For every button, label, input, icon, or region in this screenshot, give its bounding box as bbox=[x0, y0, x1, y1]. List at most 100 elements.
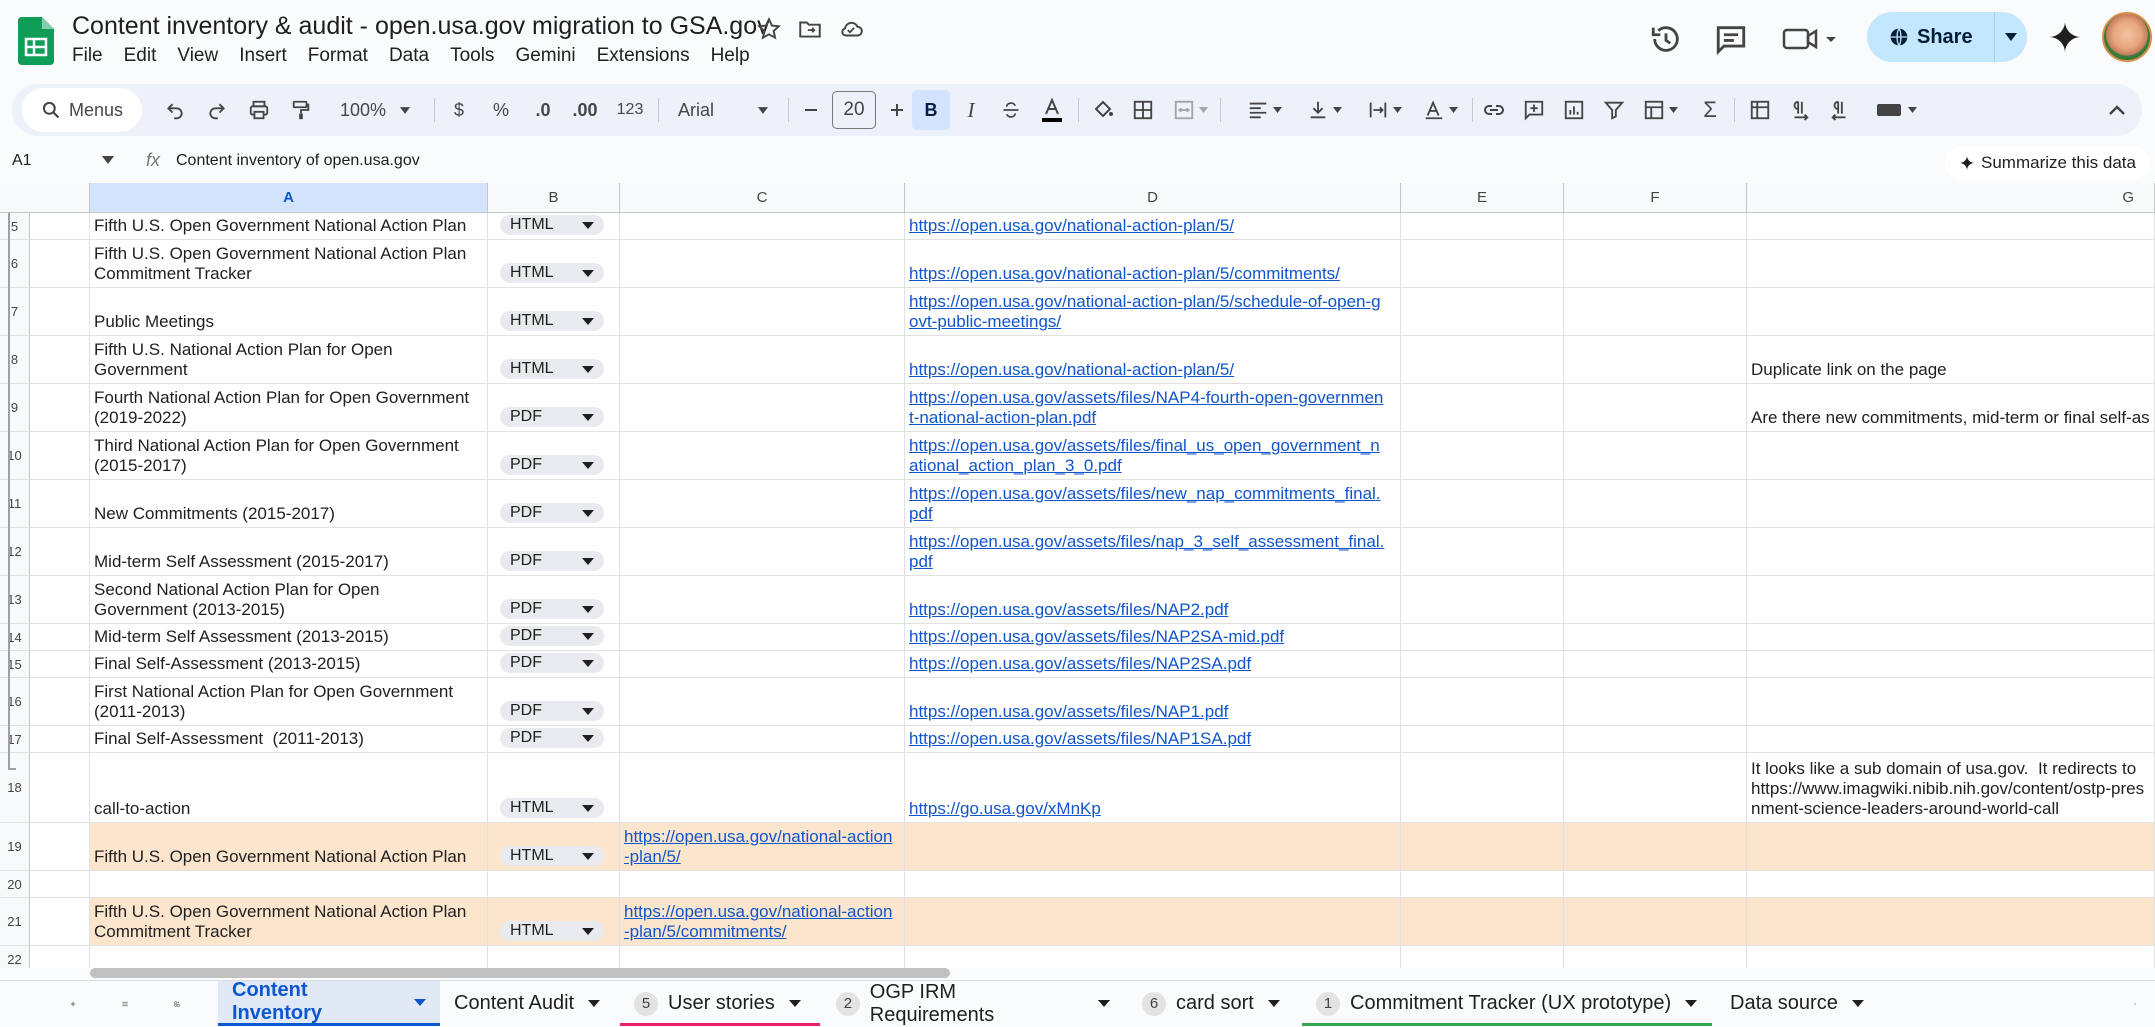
cell-a[interactable]: Second National Action Plan for Open Gov… bbox=[90, 576, 488, 624]
cell-g[interactable]: Are there new commitments, mid-term or f… bbox=[1747, 384, 2155, 432]
document-title[interactable]: Content inventory & audit - open.usa.gov… bbox=[72, 12, 770, 41]
insert-comment-icon[interactable] bbox=[1518, 84, 1550, 136]
cell-d[interactable]: https://open.usa.gov/assets/files/NAP2SA… bbox=[905, 651, 1401, 678]
cell-d[interactable]: https://open.usa.gov/national-action-pla… bbox=[905, 336, 1401, 384]
cell-f[interactable] bbox=[1564, 432, 1747, 480]
menu-insert[interactable]: Insert bbox=[229, 45, 297, 67]
cell-f[interactable] bbox=[1564, 624, 1747, 651]
type-dropdown-chip[interactable]: PDF bbox=[500, 503, 604, 523]
name-box[interactable]: A1 bbox=[12, 152, 32, 170]
column-header-d[interactable]: D bbox=[905, 183, 1401, 213]
column-header-f[interactable]: F bbox=[1564, 183, 1747, 213]
cell-e[interactable] bbox=[1401, 384, 1564, 432]
cell-b[interactable]: PDF bbox=[488, 480, 620, 528]
cell-c[interactable] bbox=[620, 678, 905, 726]
cell-e[interactable] bbox=[1401, 336, 1564, 384]
cell-a[interactable]: call-to-action bbox=[90, 753, 488, 823]
cell-e[interactable] bbox=[1401, 288, 1564, 336]
menu-view[interactable]: View bbox=[167, 45, 228, 67]
cell-e[interactable] bbox=[1401, 651, 1564, 678]
insert-link-icon[interactable] bbox=[1478, 84, 1510, 136]
cell-d[interactable]: https://open.usa.gov/assets/files/NAP2SA… bbox=[905, 624, 1401, 651]
cell-g[interactable] bbox=[1747, 288, 2155, 336]
type-dropdown-chip[interactable]: PDF bbox=[500, 728, 604, 748]
cell-b[interactable]: PDF bbox=[488, 384, 620, 432]
row-header[interactable]: 19 bbox=[0, 823, 30, 871]
cell-e[interactable] bbox=[1401, 213, 1564, 240]
summarize-data-button[interactable]: Summarize this data bbox=[1945, 146, 2150, 180]
type-dropdown-chip[interactable]: PDF bbox=[500, 455, 604, 475]
cell-b[interactable]: HTML bbox=[488, 823, 620, 871]
cell-e[interactable] bbox=[1401, 898, 1564, 946]
cell-d[interactable] bbox=[905, 823, 1401, 871]
filter-views-icon[interactable] bbox=[1638, 84, 1682, 136]
cell-c[interactable] bbox=[620, 213, 905, 240]
cell-e[interactable] bbox=[1401, 624, 1564, 651]
comments-icon[interactable] bbox=[1714, 22, 1748, 56]
cell-b[interactable]: HTML bbox=[488, 753, 620, 823]
chevron-down-icon[interactable] bbox=[1098, 1000, 1110, 1007]
cell-g[interactable] bbox=[1747, 213, 2155, 240]
number-format-button[interactable]: 123 bbox=[612, 84, 648, 136]
type-dropdown-chip[interactable]: HTML bbox=[500, 846, 604, 866]
cell-f[interactable] bbox=[1564, 528, 1747, 576]
cell-c[interactable] bbox=[620, 576, 905, 624]
cell-a[interactable]: Fifth U.S. Open Government National Acti… bbox=[90, 898, 488, 946]
gemini-sparkle-icon[interactable] bbox=[2048, 20, 2082, 54]
strikethrough-icon[interactable] bbox=[996, 84, 1026, 136]
cell-e[interactable] bbox=[1401, 678, 1564, 726]
cell-b[interactable]: HTML bbox=[488, 213, 620, 240]
cell-f[interactable] bbox=[1564, 336, 1747, 384]
cell-f[interactable] bbox=[1564, 823, 1747, 871]
cell-b[interactable]: HTML bbox=[488, 288, 620, 336]
menu-help[interactable]: Help bbox=[701, 45, 760, 67]
row-header[interactable]: 22 bbox=[0, 946, 30, 968]
cell-d[interactable]: https://open.usa.gov/assets/files/final_… bbox=[905, 432, 1401, 480]
input-tools-icon[interactable] bbox=[1868, 84, 1924, 136]
cell-d[interactable]: https://open.usa.gov/assets/files/NAP1SA… bbox=[905, 726, 1401, 753]
column-header-c[interactable]: C bbox=[620, 183, 905, 213]
cell-a[interactable]: Fifth U.S. Open Government National Acti… bbox=[90, 823, 488, 871]
url-link[interactable]: https://open.usa.gov/national-action-pla… bbox=[909, 216, 1234, 236]
spreadsheet-grid[interactable]: A B C D E F G 5 Fifth U.S. Open Government Natio… bbox=[0, 183, 2155, 968]
cell-a[interactable]: Third National Action Plan for Open Gove… bbox=[90, 432, 488, 480]
horizontal-align-icon[interactable] bbox=[1242, 84, 1286, 136]
cell-f[interactable] bbox=[1564, 651, 1747, 678]
cell-c[interactable] bbox=[620, 624, 905, 651]
type-dropdown-chip[interactable]: PDF bbox=[500, 653, 604, 673]
row-header[interactable]: 20 bbox=[0, 871, 30, 898]
menu-file[interactable]: File bbox=[72, 45, 113, 67]
cell-e[interactable] bbox=[1401, 432, 1564, 480]
collapse-toolbar-icon[interactable] bbox=[2102, 84, 2132, 136]
cell-e[interactable] bbox=[1401, 480, 1564, 528]
chevron-down-icon[interactable] bbox=[1267, 1000, 1280, 1007]
print-icon[interactable] bbox=[244, 84, 274, 136]
cell-g[interactable]: It looks like a sub domain of usa.gov. I… bbox=[1747, 753, 2155, 823]
cell-g[interactable] bbox=[1747, 528, 2155, 576]
cell-c[interactable] bbox=[620, 384, 905, 432]
cell-f[interactable] bbox=[1564, 576, 1747, 624]
type-dropdown-chip[interactable]: PDF bbox=[500, 701, 604, 721]
cell-f[interactable] bbox=[1564, 480, 1747, 528]
cell-d[interactable]: https://open.usa.gov/assets/files/new_na… bbox=[905, 480, 1401, 528]
cell-d[interactable]: https://open.usa.gov/assets/files/NAP4-f… bbox=[905, 384, 1401, 432]
cell-g[interactable] bbox=[1747, 726, 2155, 753]
sheet-tab[interactable]: 2 OGP IRM Requirements bbox=[822, 981, 1124, 1026]
column-header-b[interactable]: B bbox=[488, 183, 620, 213]
chevron-down-icon[interactable] bbox=[588, 1000, 601, 1007]
cell-d[interactable]: https://go.usa.gov/xMnKp bbox=[905, 753, 1401, 823]
bold-button[interactable]: B bbox=[912, 90, 950, 130]
column-header-a[interactable]: A bbox=[90, 183, 488, 213]
cell-c[interactable] bbox=[620, 288, 905, 336]
cell-d[interactable] bbox=[905, 871, 1401, 898]
cell-d[interactable]: https://open.usa.gov/assets/files/NAP1.p… bbox=[905, 678, 1401, 726]
redo-icon[interactable] bbox=[202, 84, 232, 136]
row-group-bracket[interactable] bbox=[8, 213, 16, 770]
cell-b[interactable]: PDF bbox=[488, 651, 620, 678]
type-dropdown-chip[interactable]: PDF bbox=[500, 407, 604, 427]
url-link[interactable]: https://open.usa.gov/assets/files/NAP1SA… bbox=[909, 729, 1251, 749]
cell-d[interactable]: https://open.usa.gov/national-action-pla… bbox=[905, 288, 1401, 336]
cell-c[interactable] bbox=[620, 480, 905, 528]
url-link[interactable]: https://open.usa.gov/national-action-pla… bbox=[909, 292, 1381, 332]
sheet-tab[interactable]: Content Audit bbox=[440, 981, 618, 1026]
